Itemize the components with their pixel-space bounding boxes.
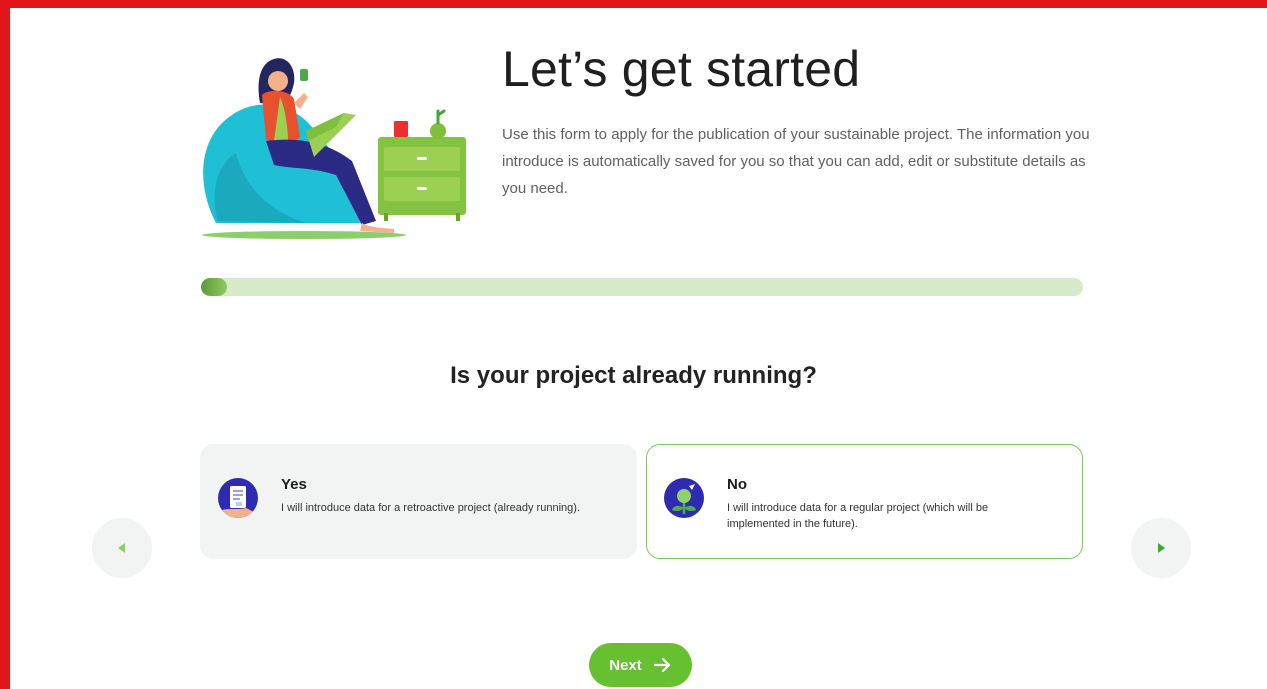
previous-question-button[interactable] [92,518,152,578]
woman-beanbag-laptop-illustration [202,58,466,239]
question-heading: Is your project already running? [450,362,817,389]
plant-sprout-icon [664,478,704,518]
option-yes-description: I will introduce data for a retroactive … [281,502,580,514]
option-no-description: I will introduce data for a regular proj… [727,502,989,530]
arrow-right-icon [653,657,670,673]
progress-bar-fill [201,278,228,296]
triangle-right-icon [1158,543,1165,553]
next-button[interactable]: Next [589,643,692,687]
window-border-left [0,0,10,689]
progress-bar [201,278,1083,296]
next-question-arrow-button[interactable] [1131,518,1191,578]
document-icon [218,478,258,518]
page-title: Let’s get started [502,41,861,97]
option-no-title: No [727,476,747,493]
option-yes-title: Yes [281,476,307,493]
option-no-card[interactable]: No I will introduce data for a regular p… [646,444,1083,559]
triangle-left-icon [118,543,125,553]
window-border-top [0,0,1267,8]
next-button-label: Next [609,656,642,674]
option-yes-card[interactable]: Yes I will introduce data for a retroact… [200,444,637,559]
intro-text: Use this form to apply for the publicati… [502,126,1090,197]
